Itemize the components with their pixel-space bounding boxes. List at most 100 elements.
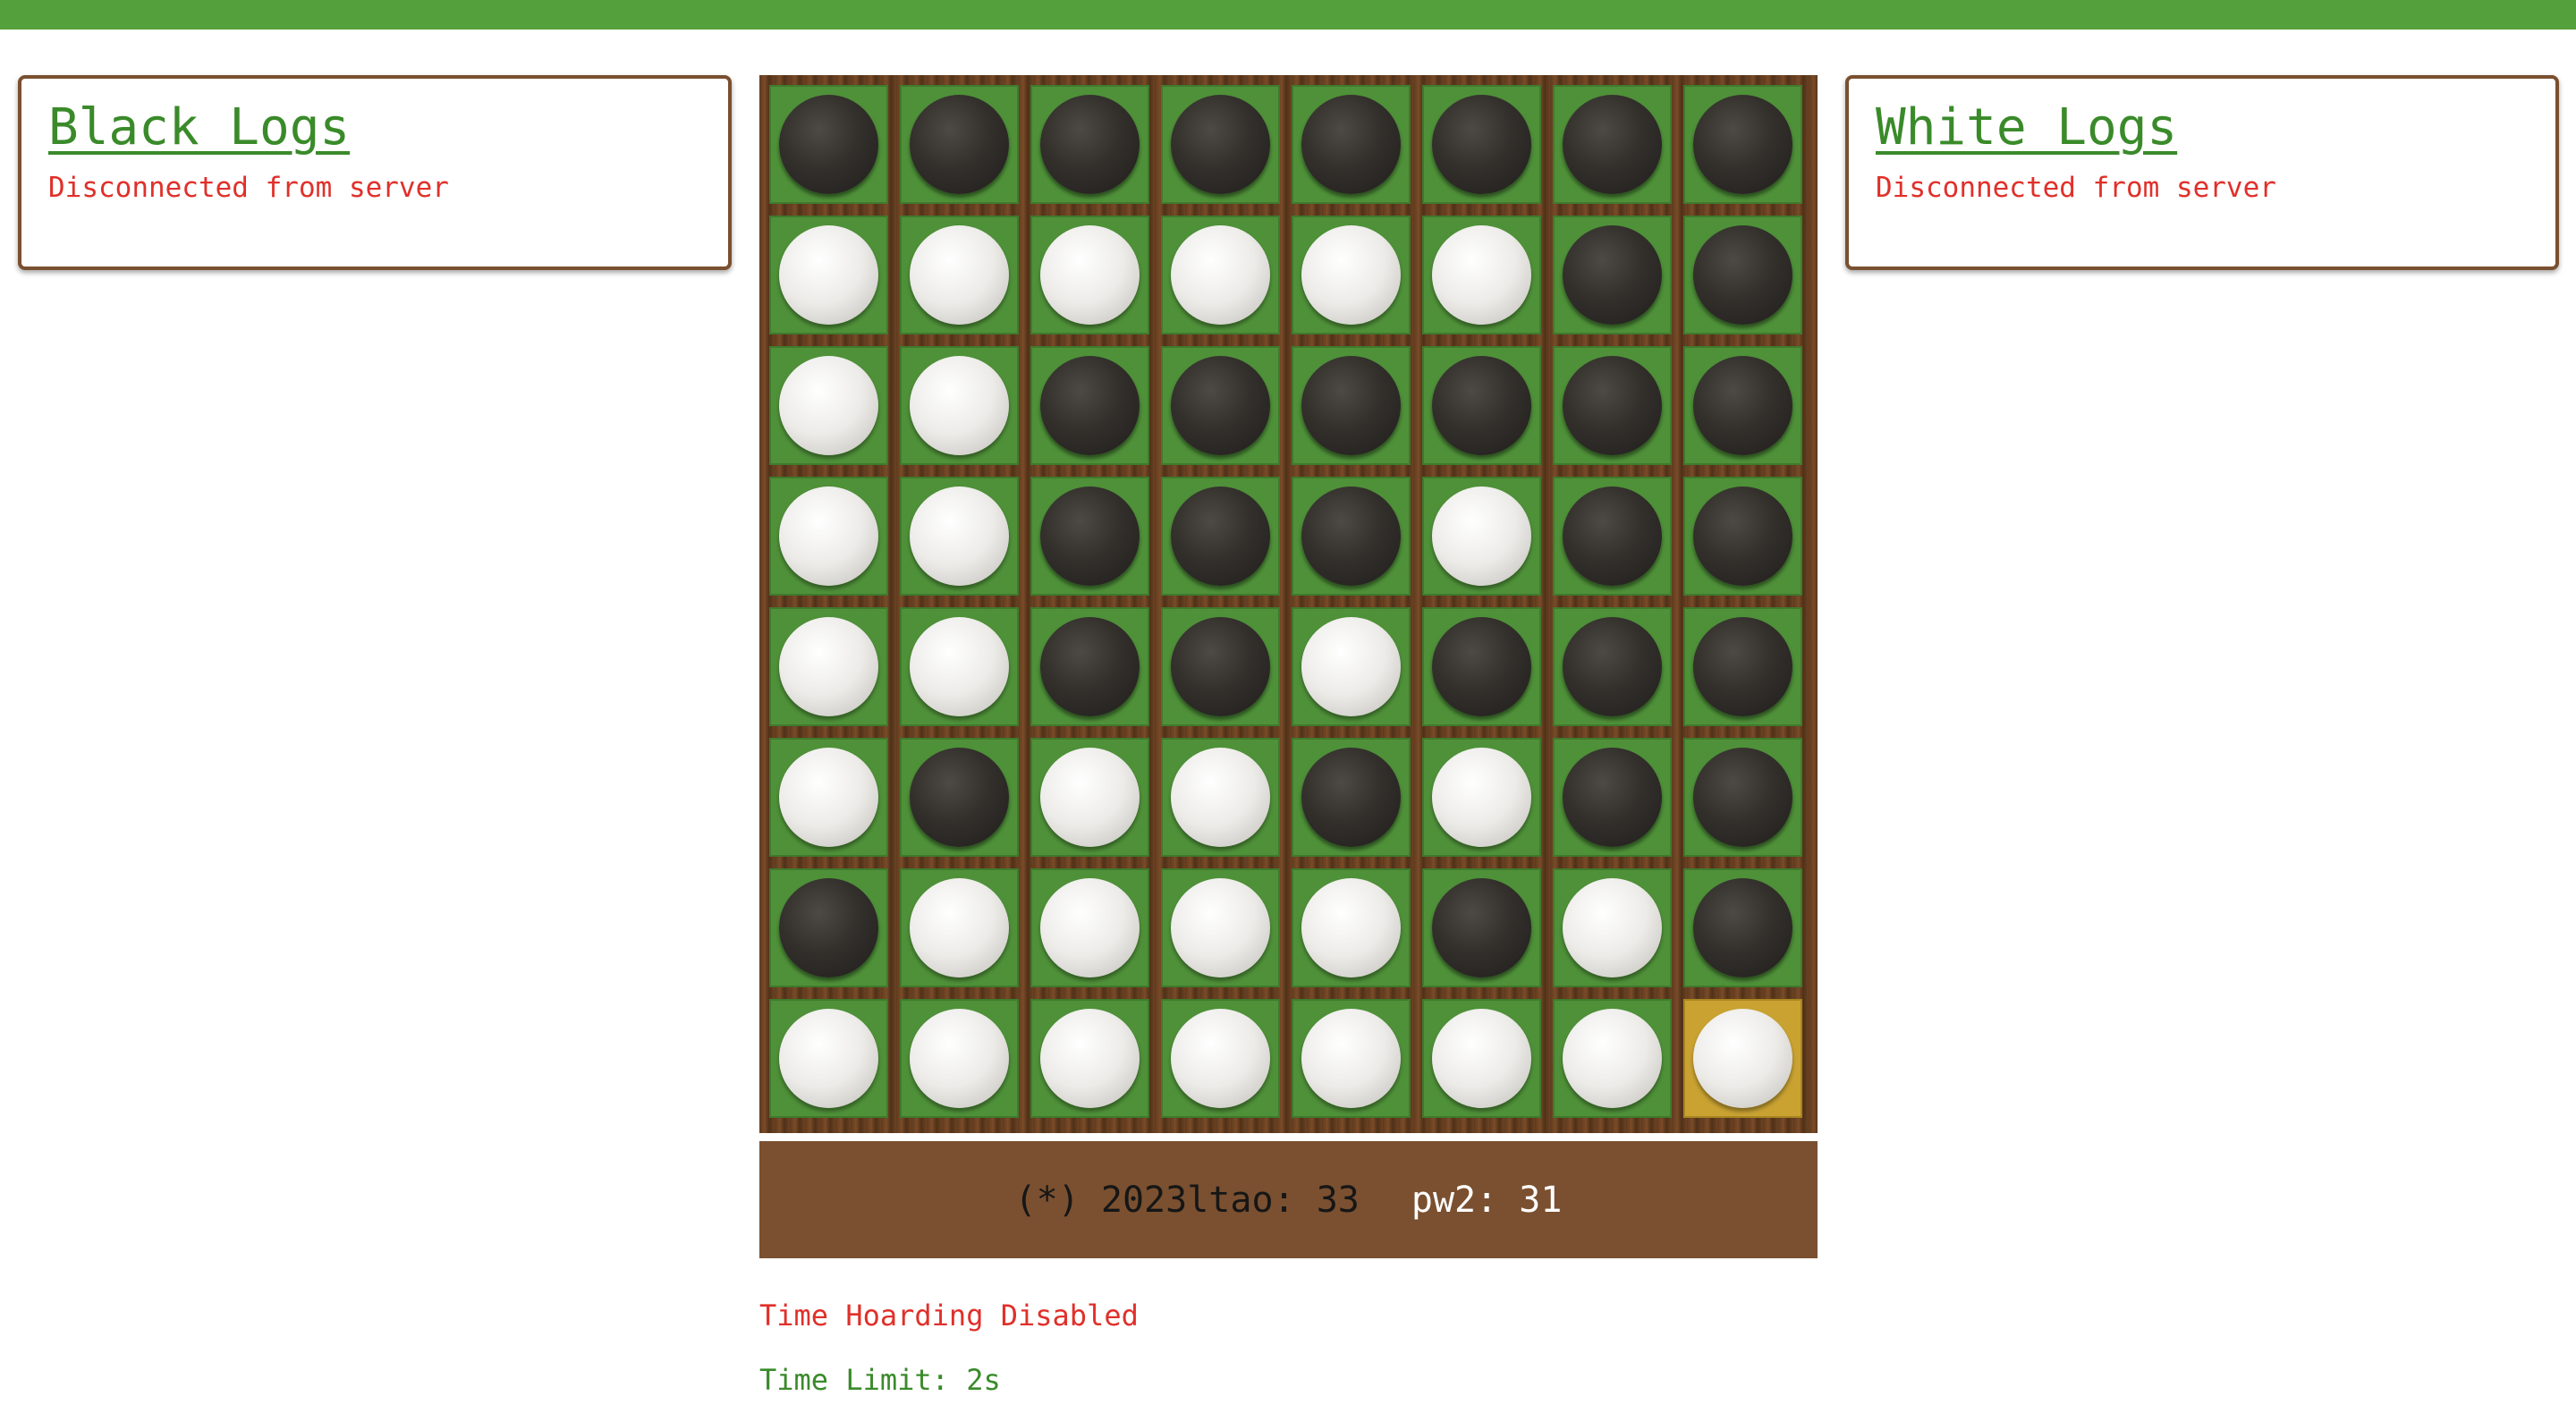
board-cell[interactable] [1292,738,1411,857]
board-cell[interactable] [1683,607,1802,726]
board-cell[interactable] [1683,346,1802,465]
board-cell[interactable] [1030,607,1149,726]
white-disc [1301,617,1401,716]
white-disc [779,356,878,455]
board-cell[interactable] [1683,868,1802,987]
board-cell[interactable] [1292,85,1411,204]
black-disc [1563,748,1662,847]
white-disc [1171,225,1270,325]
board-cell[interactable] [1161,607,1280,726]
black-disc [1301,748,1401,847]
black-disc [1432,95,1531,194]
board-cell[interactable] [1683,477,1802,596]
board-cell[interactable] [1683,738,1802,857]
board-cell[interactable] [1553,607,1672,726]
board-cell[interactable] [1292,477,1411,596]
board-cell[interactable] [1292,607,1411,726]
white-disc [910,878,1009,977]
board-cell[interactable] [1161,999,1280,1118]
board-cell[interactable] [1422,868,1541,987]
board-cell[interactable] [769,477,888,596]
board-cell[interactable] [900,85,1019,204]
board-cell[interactable] [1292,868,1411,987]
board-cell[interactable] [1030,477,1149,596]
black-disc [1301,95,1401,194]
board-cell[interactable] [1161,216,1280,334]
white-disc [779,487,878,586]
board-cell[interactable] [1161,477,1280,596]
board-cell[interactable] [1683,999,1802,1118]
board-cell[interactable] [769,868,888,987]
board-cell[interactable] [1422,216,1541,334]
board-cell[interactable] [1030,346,1149,465]
black-disc [1040,95,1140,194]
white-disc [910,356,1009,455]
board-cell[interactable] [1422,738,1541,857]
board-cell[interactable] [1030,999,1149,1118]
white-disc [1301,225,1401,325]
black-disc [1563,487,1662,586]
black-disc [1171,617,1270,716]
board-cell[interactable] [1553,85,1672,204]
board-cell[interactable] [900,868,1019,987]
board-cell[interactable] [1422,85,1541,204]
board-cell[interactable] [1161,85,1280,204]
board-cell[interactable] [1292,346,1411,465]
top-accent-bar [0,0,2576,30]
board-cell[interactable] [1553,346,1672,465]
black-disc [1432,878,1531,977]
board-cell[interactable] [900,477,1019,596]
board-cell[interactable] [769,999,888,1118]
board-cell[interactable] [1030,868,1149,987]
white-disc [1040,225,1140,325]
white-logs-panel: White Logs Disconnected from server [1845,75,2559,270]
board-cell[interactable] [1422,477,1541,596]
board-cell[interactable] [1553,999,1672,1118]
board-cell[interactable] [1422,607,1541,726]
board-cell[interactable] [900,346,1019,465]
board-cell[interactable] [769,216,888,334]
board-cell[interactable] [1553,477,1672,596]
othello-board [759,75,1818,1133]
board-cell[interactable] [769,85,888,204]
white-disc [910,225,1009,325]
black-disc [1563,225,1662,325]
board-cell[interactable] [769,607,888,726]
board-cell[interactable] [900,738,1019,857]
board-cell[interactable] [1030,216,1149,334]
white-disc [1432,487,1531,586]
white-disc [1171,748,1270,847]
board-cell[interactable] [900,607,1019,726]
board-cell[interactable] [769,738,888,857]
black-logs-link[interactable]: Black Logs [48,98,701,157]
board-cell[interactable] [1292,216,1411,334]
score-bar: (*) 2023ltao: 33 pw2: 31 [759,1141,1818,1258]
board-cell[interactable] [1683,216,1802,334]
board-cell[interactable] [1292,999,1411,1118]
white-disc [1563,1009,1662,1108]
white-logs-status: Disconnected from server [1876,172,2276,204]
board-cell[interactable] [1161,346,1280,465]
black-disc [1563,617,1662,716]
board-cell[interactable] [1422,346,1541,465]
board-cell[interactable] [769,346,888,465]
board-cell[interactable] [900,216,1019,334]
board-cell[interactable] [1422,999,1541,1118]
black-player-score: (*) 2023ltao: 33 [1014,1179,1360,1221]
board-cell[interactable] [900,999,1019,1118]
black-disc [1563,95,1662,194]
white-logs-link[interactable]: White Logs [1876,98,2529,157]
board-cell[interactable] [1030,85,1149,204]
black-disc [1693,617,1792,716]
board-cell[interactable] [1161,868,1280,987]
board-cell[interactable] [1030,738,1149,857]
board-cell[interactable] [1553,216,1672,334]
white-disc [779,1009,878,1108]
board-cell[interactable] [1161,738,1280,857]
black-disc [1040,356,1140,455]
board-cell[interactable] [1683,85,1802,204]
white-disc [779,617,878,716]
board-cell[interactable] [1553,738,1672,857]
board-cell[interactable] [1553,868,1672,987]
black-disc [1693,95,1792,194]
